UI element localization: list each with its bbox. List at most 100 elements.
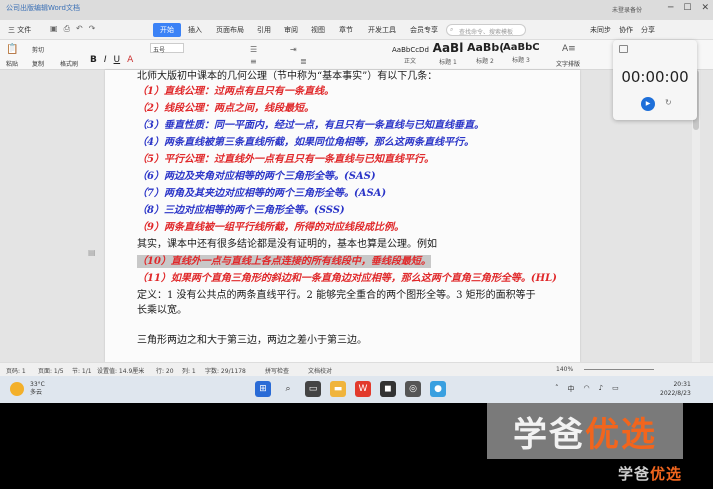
window-title: 公司出版编辑Word文档 (6, 4, 80, 12)
document-area[interactable]: 北师大版初中课本的几何公理（节中称为“基本事实”）有以下几条： （1）直线公理：过… (0, 70, 713, 362)
document-line[interactable]: （9）两条直线被一组平行线所截，所得的对应线段成比例。 (137, 221, 404, 234)
clock[interactable]: 20:31 2022/8/23 (660, 380, 691, 398)
taskbar-apps: ⊞ ⌕ ▭ ▬ W ◼ ◎ ● (255, 381, 446, 397)
align-center-icon[interactable]: ≣ (300, 57, 307, 66)
weather-condition: 多云 (30, 389, 43, 396)
recorder-timer: 00:00:00 (621, 68, 689, 86)
tab-page-layout[interactable]: 页面布局 (216, 25, 244, 35)
status-word-count[interactable]: 字数: 29/1178 (205, 366, 246, 375)
paste-button[interactable]: 粘贴 (6, 59, 18, 68)
tab-member[interactable]: 会员专享 (410, 25, 438, 35)
font-color-button[interactable]: A (127, 55, 133, 65)
weather-icon[interactable] (10, 382, 24, 396)
tab-references[interactable]: 引用 (257, 25, 271, 35)
quick-access-toolbar: ▣ ⎙ ↶ ↷ (50, 24, 95, 34)
temperature: 33°C (30, 381, 45, 388)
document-line[interactable]: （4）两条直线被第三条直线所截，如果同位角相等，那么这两条直线平行。 (137, 136, 474, 149)
browser-icon[interactable]: ● (430, 381, 446, 397)
ribbon: 📋 粘贴 剪切 复制 格式刷 五号 B I U A ☰ ⇥ ≡ ≣ AaBbCc… (0, 40, 713, 70)
command-search[interactable]: ⌕ 查找命令、搜索模板 (446, 24, 526, 36)
ime-indicator[interactable]: 中 (568, 384, 575, 394)
zoom-level[interactable]: 140% (556, 366, 573, 373)
style-heading-2[interactable]: AaBb( 标题 2 (467, 41, 504, 68)
document-line[interactable]: 长乘以宽。 (137, 304, 187, 317)
align-left-icon[interactable]: ≡ (250, 57, 257, 66)
document-line[interactable]: 定义：1 没有公共点的两条直线平行。2 能够完全重合的两个图形全等。3 矩形的面… (137, 289, 536, 302)
copy-button[interactable]: 复制 (32, 59, 44, 68)
cut-button[interactable]: 剪切 (32, 45, 44, 54)
document-line[interactable]: 北师大版初中课本的几何公理（节中称为“基本事实”）有以下几条： (137, 70, 437, 83)
print-icon[interactable]: ⎙ (64, 24, 70, 34)
sync-button[interactable]: 未同步 (590, 25, 611, 35)
file-menu[interactable]: 三 文件 (8, 25, 31, 35)
italic-button[interactable]: I (104, 55, 107, 65)
save-icon[interactable]: ▣ (50, 24, 58, 34)
text-layout-button[interactable]: 文字排版 (556, 59, 580, 68)
watermark-logo: 学爸 优选 (487, 403, 683, 459)
document-line[interactable]: （7）两角及其夹边对应相等的两个三角形全等。(ASA) (137, 187, 386, 200)
recorder-window-icon[interactable] (619, 45, 628, 53)
tab-review[interactable]: 审阅 (284, 25, 298, 35)
search-icon[interactable]: ⌕ (280, 381, 296, 397)
bold-button[interactable]: B (90, 55, 97, 65)
status-row: 行: 20 (156, 368, 174, 375)
collaborate-button[interactable]: 协作 (619, 25, 633, 35)
document-line[interactable]: （3）垂直性质：同一平面内，经过一点，有且只有一条直线与已知直线垂直。 (137, 119, 484, 132)
clock-time: 20:31 (673, 381, 691, 388)
maximize-icon[interactable]: ☐ (683, 3, 691, 13)
record-play-button[interactable]: ▶ (641, 97, 655, 111)
document-line[interactable]: （10）直线外一点与直线上各点连接的所有线段中，垂线段最短。 (137, 255, 431, 268)
chevron-up-icon[interactable]: ˄ (555, 384, 559, 394)
underline-button[interactable]: U (114, 55, 121, 65)
zoom-slider[interactable] (584, 369, 654, 370)
document-line[interactable]: （5）平行公理：过直线外一点有且只有一条直线与已知直线平行。 (137, 153, 434, 166)
app-icon[interactable]: ◼ (380, 381, 396, 397)
document-line[interactable]: （2）线段公理：两点之间，线段最短。 (137, 102, 314, 115)
start-icon[interactable]: ⊞ (255, 381, 271, 397)
document-line[interactable]: （1）直线公理：过两点有且只有一条直线。 (137, 85, 334, 98)
system-tray: ˄ 中 ◠ ♪ ▭ (555, 384, 619, 394)
tab-insert[interactable]: 插入 (188, 25, 202, 35)
redo-icon[interactable]: ↷ (89, 24, 96, 34)
close-icon[interactable]: ✕ (701, 3, 709, 13)
screen-recorder-widget: 00:00:00 ▶ ↻ (613, 40, 697, 120)
paste-icon[interactable]: 📋 (6, 44, 18, 55)
recorder-app-icon[interactable]: ◎ (405, 381, 421, 397)
reset-icon[interactable]: ↻ (665, 98, 672, 107)
document-line[interactable]: （6）两边及夹角对应相等的两个三角形全等。(SAS) (137, 170, 376, 183)
document-line[interactable]: （11）如果两个直角三角形的斜边和一条直角边对应相等，那么这两个直角三角形全等。… (137, 272, 557, 285)
minimize-icon[interactable]: ─ (668, 3, 673, 13)
style-heading-3[interactable]: AaBbC 标题 3 (503, 41, 540, 68)
document-line[interactable]: 其实，课本中还有很多结论都是没有证明的，基本也算是公理。例如 (137, 238, 437, 251)
indent-icon[interactable]: ⇥ (290, 45, 297, 54)
status-page: 页码: 1 (6, 368, 26, 375)
task-view-icon[interactable]: ▭ (305, 381, 321, 397)
style-normal[interactable]: AaBbCcDd 正文 (392, 41, 429, 68)
tab-home[interactable]: 开始 (153, 23, 181, 37)
status-setting: 设置值: 14.9厘米 (97, 368, 145, 375)
text-layout-icon[interactable]: A≡ (562, 44, 576, 54)
title-bar: 公司出版编辑Word文档 未登录备份 ─ ☐ ✕ (0, 0, 713, 20)
font-size-select[interactable]: 五号 (150, 43, 184, 54)
status-section: 节: 1/1 (72, 368, 92, 375)
document-page[interactable]: 北师大版初中课本的几何公理（节中称为“基本事实”）有以下几条： （1）直线公理：过… (105, 70, 580, 362)
list-icon[interactable]: ☰ (250, 45, 257, 54)
tab-developer[interactable]: 开发工具 (368, 25, 396, 35)
document-line[interactable]: （8）三边对应相等的两个三角形全等。(SSS) (137, 204, 345, 217)
format-painter-button[interactable]: 格式刷 (60, 59, 78, 68)
volume-icon[interactable]: ♪ (599, 384, 603, 394)
wps-icon[interactable]: W (355, 381, 371, 397)
document-line[interactable]: 三角形两边之和大于第三边，两边之差小于第三边。 (137, 334, 367, 347)
proofread-button[interactable]: 文档校对 (308, 366, 332, 375)
tab-view[interactable]: 视图 (311, 25, 325, 35)
weather-widget[interactable]: 33°C 多云 (30, 381, 45, 397)
battery-icon[interactable]: ▭ (612, 384, 619, 394)
share-button[interactable]: 分享 (641, 25, 655, 35)
tab-section[interactable]: 章节 (339, 25, 353, 35)
style-heading-1[interactable]: AaBl 标题 1 (430, 41, 466, 68)
file-explorer-icon[interactable]: ▬ (330, 381, 346, 397)
spell-check-button[interactable]: 拼写检查 (265, 366, 289, 375)
wifi-icon[interactable]: ◠ (584, 384, 590, 394)
undo-icon[interactable]: ↶ (76, 24, 83, 34)
search-placeholder: 查找命令、搜索模板 (459, 29, 514, 36)
